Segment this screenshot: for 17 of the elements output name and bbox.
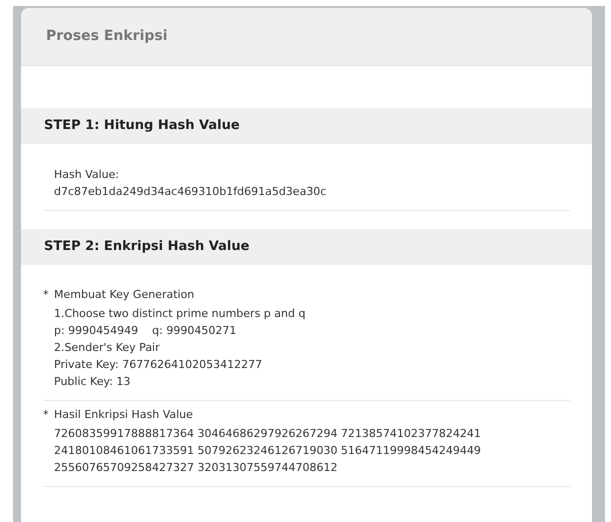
info-line: Private Key: 76776264102053412277: [54, 357, 262, 373]
info-line: Public Key: 13: [54, 374, 130, 390]
panel-title: Proses Enkripsi: [46, 27, 168, 46]
block-heading: Hasil Enkripsi Hash Value: [54, 407, 193, 423]
info-line: Hash Value:: [54, 167, 120, 183]
info-line: 2.Sender's Key Pair: [54, 340, 160, 356]
bullet-mark: *: [43, 407, 50, 423]
step-heading: STEP 1: Hitung Hash Value: [44, 117, 240, 136]
info-line: 72608359917888817364 30464686297926267294 72138574102377824241: [54, 426, 481, 442]
block-heading: Membuat Key Generation: [54, 287, 194, 303]
info-line: d7c87eb1da249d34ac469310b1fd691a5d3ea30c: [54, 184, 326, 200]
bullet-mark: *: [43, 287, 50, 303]
info-line: p: 9990454949 q: 9990450271: [54, 323, 236, 339]
info-line: 1.Choose two distinct prime numbers p and q: [54, 306, 306, 322]
info-line: 25560765709258427327 32031307559744708612: [54, 460, 338, 476]
info-line: 24180108461061733591 50792623246126719030 51647119998454249449: [54, 443, 481, 459]
step-heading: STEP 2: Enkripsi Hash Value: [44, 238, 250, 256]
